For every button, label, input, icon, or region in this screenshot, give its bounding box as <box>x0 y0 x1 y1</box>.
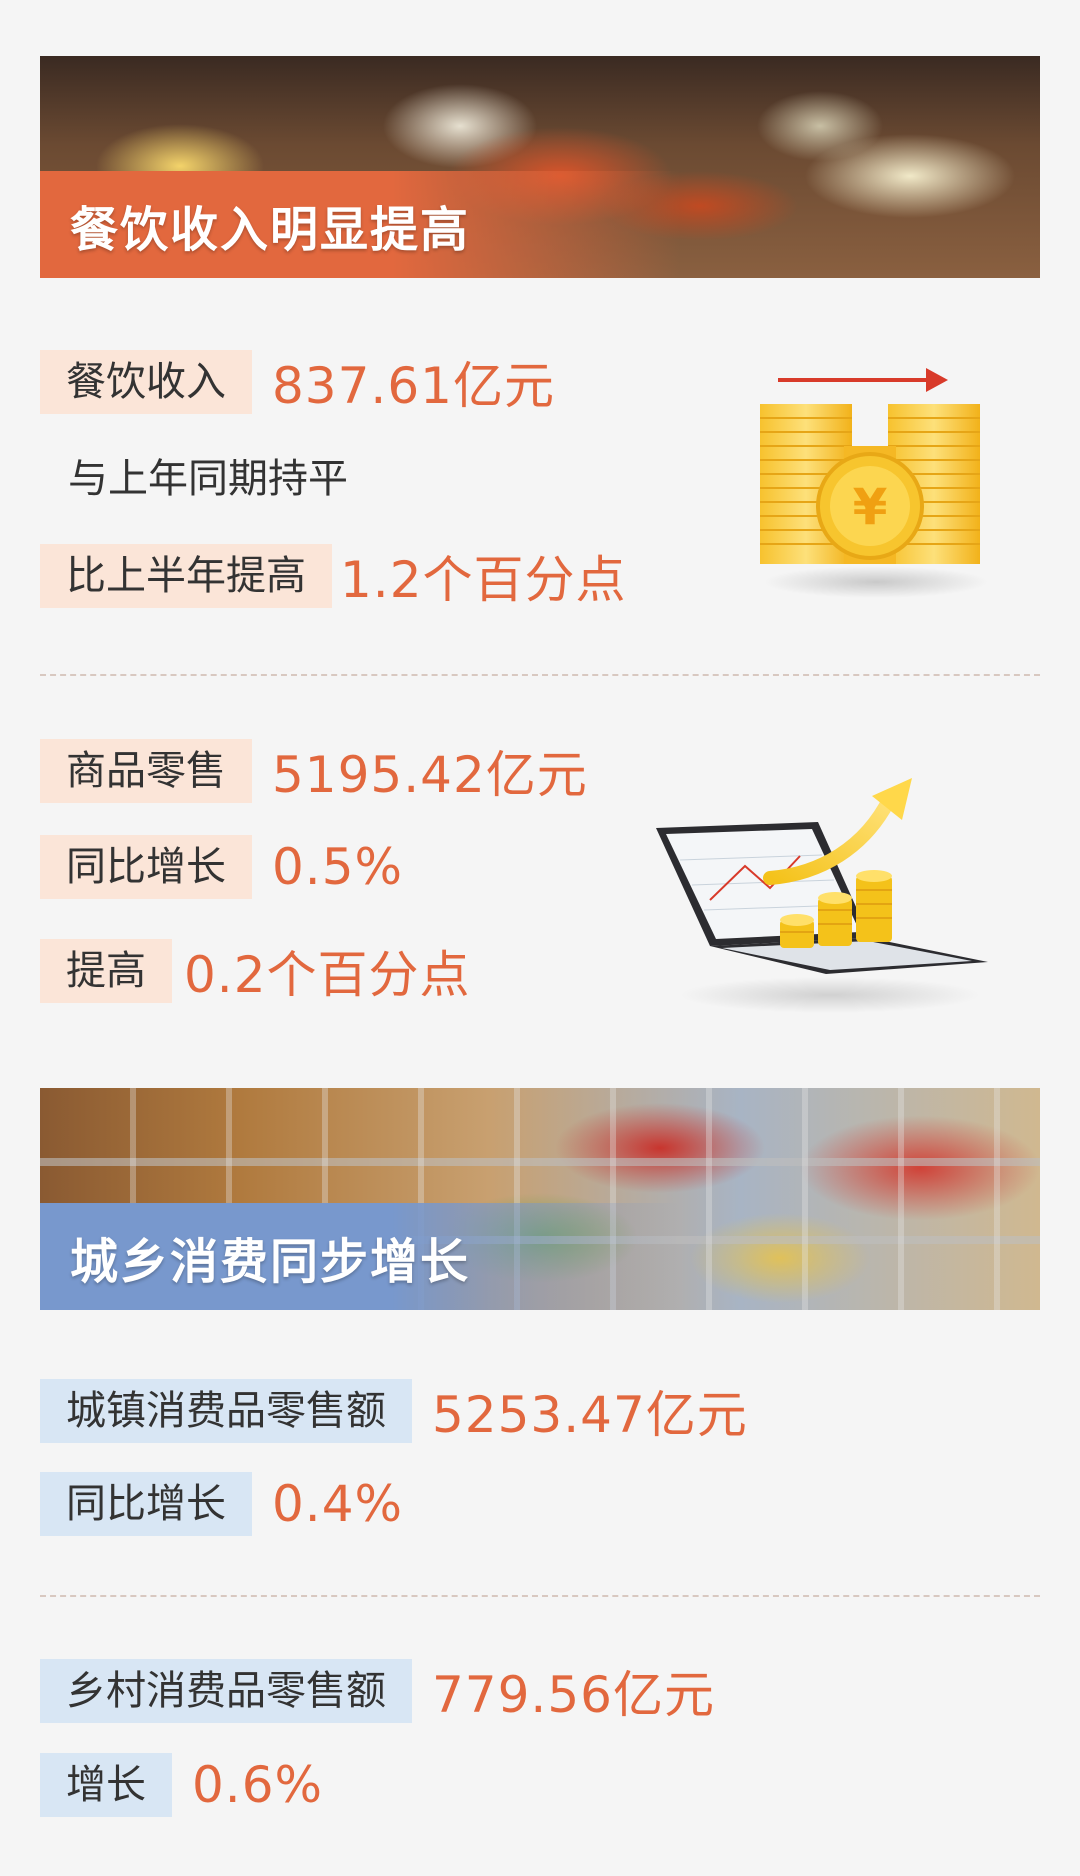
stat-label: 增长 <box>40 1753 172 1817</box>
stat-value: 0.6% <box>192 1756 324 1814</box>
stat-label: 乡村消费品零售额 <box>40 1659 412 1723</box>
stat-label: 城镇消费品零售额 <box>40 1379 412 1443</box>
stat-value: 0.2个百分点 <box>184 946 471 1004</box>
stat-value: 5253.47亿元 <box>432 1386 748 1444</box>
supermarket-banner-image: 城乡消费同步增长 <box>40 1088 1040 1310</box>
yuan-coin-stack-icon: ¥ <box>760 368 988 598</box>
stat-value: 1.2个百分点 <box>340 551 627 609</box>
stat-value: 0.5% <box>272 838 404 896</box>
stat-label: 提高 <box>40 939 172 1003</box>
stat-text: 与上年同期持平 <box>68 456 348 502</box>
section-divider <box>40 674 1040 676</box>
stat-row-vs-first-half: 比上半年提高 1.2个百分点 <box>40 540 627 612</box>
stat-row-goods-retail: 商品零售 5195.42亿元 <box>40 735 588 807</box>
svg-text:¥: ¥ <box>853 478 888 536</box>
stat-label: 比上半年提高 <box>40 544 332 608</box>
stat-row-goods-yoy: 同比增长 0.5% <box>40 835 403 899</box>
stat-label: 商品零售 <box>40 739 252 803</box>
food-banner-image: 餐饮收入明显提高 <box>40 56 1040 278</box>
stat-row-urban-retail: 城镇消费品零售额 5253.47亿元 <box>40 1375 748 1447</box>
stat-value: 779.56亿元 <box>432 1666 715 1724</box>
section-divider <box>40 1595 1040 1597</box>
stat-row-rural-growth: 增长 0.6% <box>40 1753 323 1817</box>
stat-value: 5195.42亿元 <box>272 746 588 804</box>
stat-row-flat-yoy: 与上年同期持平 <box>40 446 348 504</box>
stat-value: 0.4% <box>272 1475 404 1533</box>
stat-value: 837.61亿元 <box>272 357 555 415</box>
section-title-catering: 餐饮收入明显提高 <box>40 171 680 278</box>
stat-row-goods-increase: 提高 0.2个百分点 <box>40 935 471 1007</box>
section-title-urban-rural: 城乡消费同步增长 <box>40 1203 680 1310</box>
stat-label: 同比增长 <box>40 835 252 899</box>
stat-label: 餐饮收入 <box>40 350 252 414</box>
laptop-growth-chart-icon <box>656 778 988 1013</box>
stat-label: 同比增长 <box>40 1472 252 1536</box>
stat-row-catering-income: 餐饮收入 837.61亿元 <box>40 346 555 418</box>
stat-row-rural-retail: 乡村消费品零售额 779.56亿元 <box>40 1655 715 1727</box>
stat-row-urban-yoy: 同比增长 0.4% <box>40 1472 403 1536</box>
